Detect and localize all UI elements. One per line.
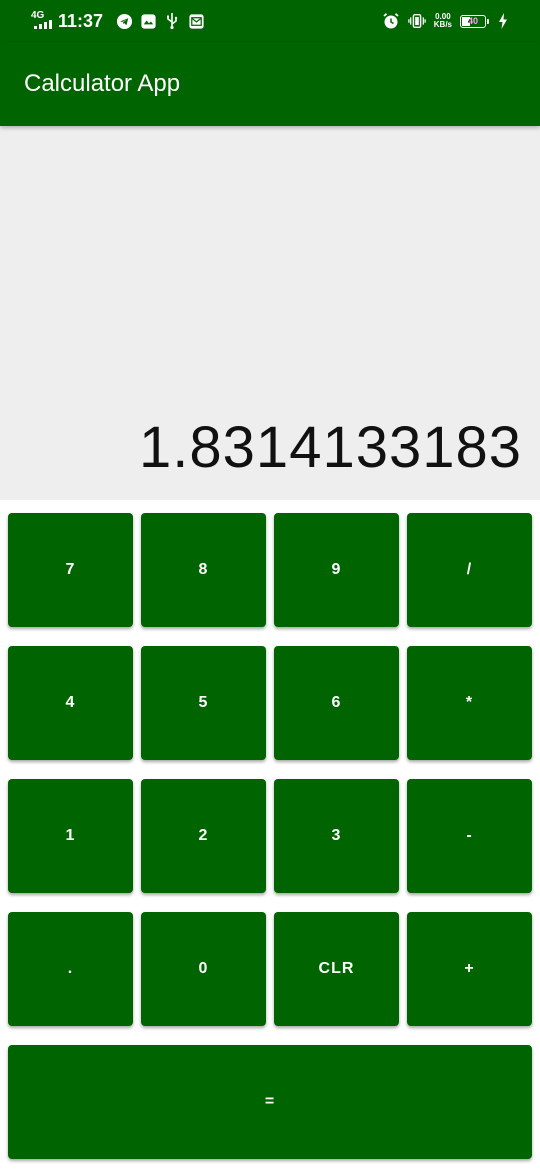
key-3[interactable]: 3 — [274, 779, 399, 893]
usb-icon — [163, 12, 181, 30]
key-add[interactable]: + — [407, 912, 532, 1026]
key-5[interactable]: 5 — [141, 646, 266, 760]
signal-strength-icon — [34, 20, 52, 29]
key-1[interactable]: 1 — [8, 779, 133, 893]
key-8[interactable]: 8 — [141, 513, 266, 627]
status-time: 11:37 — [58, 10, 104, 31]
app-bar: Calculator App — [0, 42, 540, 126]
gallery-icon — [139, 12, 157, 30]
result-value: 1.8314133183 — [139, 415, 522, 480]
charging-icon — [494, 12, 512, 30]
network-speed: 0.00 KB/s — [434, 13, 452, 29]
mail-icon — [187, 12, 205, 30]
result-display: 1.8314133183 — [0, 126, 540, 500]
battery-icon: 40 — [460, 14, 489, 28]
status-bar: 4G 11:37 0.00 KB/s 40 — [0, 0, 540, 42]
key-divide[interactable]: / — [407, 513, 532, 627]
key-6[interactable]: 6 — [274, 646, 399, 760]
status-left: 4G 11:37 — [30, 10, 205, 32]
key-subtract[interactable]: - — [407, 779, 532, 893]
key-2[interactable]: 2 — [141, 779, 266, 893]
network-speed-unit: KB/s — [433, 20, 452, 29]
alarm-icon — [382, 12, 400, 30]
key-equals[interactable]: = — [8, 1045, 532, 1159]
key-decimal[interactable]: . — [8, 912, 133, 1026]
calculator-screen: 4G 11:37 0.00 KB/s 40 Calculator App 1.8… — [0, 0, 540, 1170]
vibrate-icon — [408, 12, 426, 30]
key-multiply[interactable]: * — [407, 646, 532, 760]
key-9[interactable]: 9 — [274, 513, 399, 627]
keypad: 7 8 9 / 4 5 6 * 1 2 3 - . 0 CLR + = — [0, 500, 540, 1170]
status-right: 0.00 KB/s 40 — [382, 10, 512, 32]
app-title: Calculator App — [24, 70, 181, 97]
network-indicator: 4G — [30, 11, 52, 31]
telegram-icon — [115, 12, 133, 30]
key-7[interactable]: 7 — [8, 513, 133, 627]
key-0[interactable]: 0 — [141, 912, 266, 1026]
key-clear[interactable]: CLR — [274, 912, 399, 1026]
battery-level: 40 — [467, 16, 478, 26]
key-4[interactable]: 4 — [8, 646, 133, 760]
